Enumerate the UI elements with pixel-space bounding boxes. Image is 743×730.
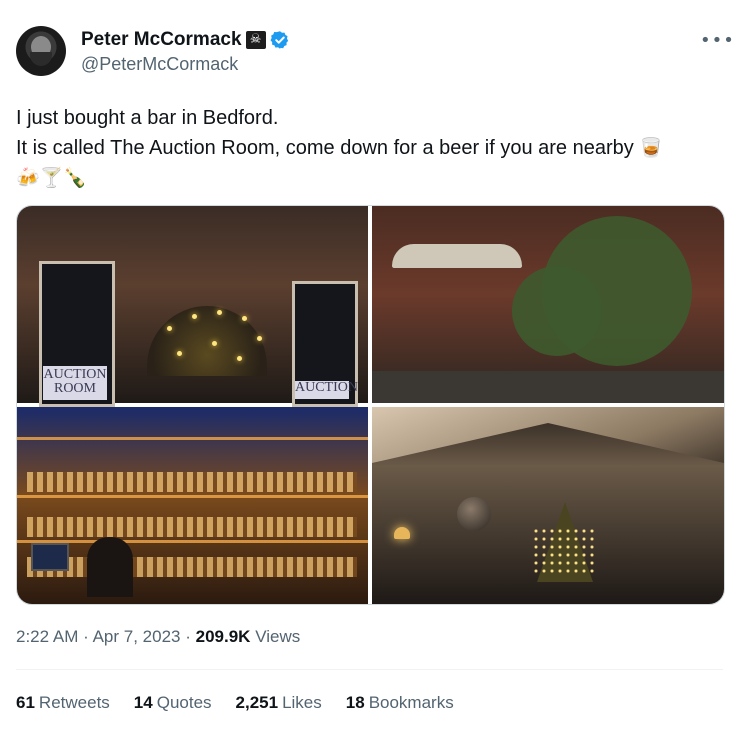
quotes-stat[interactable]: 14 Quotes: [134, 693, 212, 713]
retweets-count: 61: [16, 693, 35, 712]
photo-grid[interactable]: AUCTION ROOM AUCTION: [16, 205, 725, 605]
seating-area: [372, 371, 724, 403]
photo-interior[interactable]: [372, 407, 724, 604]
quotes-count: 14: [133, 693, 153, 712]
views-count: 209.9K: [195, 627, 251, 646]
tweet-time[interactable]: 2:22 AM: [16, 627, 78, 646]
light-dot: [257, 336, 262, 341]
views-label: Views: [255, 627, 301, 646]
author-row: Peter McCormack ☠: [81, 29, 290, 51]
likes-stat[interactable]: 2,251 Likes: [236, 693, 322, 713]
verified-badge-icon: [270, 31, 288, 49]
tweet-line-1: I just bought a bar in Bedford.: [16, 107, 279, 129]
till-screen: [31, 543, 69, 571]
bookmarks-stat[interactable]: 18 Bookmarks: [346, 693, 454, 713]
light-dot: [192, 314, 197, 319]
tweet-card: Peter McCormack ☠ @PeterMcCormack ••• I …: [0, 0, 743, 730]
vaulted-ceiling: [372, 407, 724, 463]
ivy-wall: [512, 266, 602, 356]
bartender-silhouette: [87, 537, 133, 597]
avatar-beard: [30, 52, 52, 66]
auction-room-sign-right: AUCTION: [295, 381, 358, 399]
shelf: [17, 437, 368, 440]
tweet-date[interactable]: Apr 7, 2023: [93, 627, 181, 646]
umbrella: [392, 244, 522, 268]
tweet-line-2: It is called The Auction Room, come down…: [16, 133, 726, 163]
tweet-text: I just bought a bar in Bedford. It is ca…: [16, 103, 726, 193]
light-dot: [217, 310, 222, 315]
bookmarks-label: Bookmarks: [368, 693, 454, 712]
meta-separator: ·: [83, 627, 89, 646]
author-handle[interactable]: @PeterMcCormack: [81, 54, 238, 75]
bottles: [27, 557, 357, 577]
skull-flag-icon: ☠: [245, 31, 266, 49]
light-dot: [242, 316, 247, 321]
likes-count: 2,251: [235, 693, 279, 712]
drinks-emoji-row: 🍻🍸🍾: [16, 167, 87, 189]
light-dot: [212, 341, 217, 346]
bookmarks-count: 18: [345, 693, 365, 712]
avatar[interactable]: [16, 26, 66, 76]
more-options-icon[interactable]: •••: [700, 30, 735, 51]
light-dot: [237, 356, 242, 361]
retweets-stat[interactable]: 61 Retweets: [16, 693, 110, 713]
mirror-ball: [457, 497, 491, 531]
light-dot: [167, 326, 172, 331]
bottles: [27, 472, 357, 492]
auction-room-sign-left: AUCTION ROOM: [43, 366, 107, 400]
tree-lights: [532, 527, 598, 577]
likes-label: Likes: [282, 693, 322, 712]
tweet-line-2-text: It is called The Auction Room, come down…: [16, 137, 634, 159]
whisky-glass-icon: 🥃: [639, 137, 663, 159]
shelf: [17, 540, 368, 543]
author-name[interactable]: Peter McCormack: [81, 29, 242, 51]
lit-dome: [147, 306, 267, 376]
engagement-stats: 61 Retweets 14 Quotes 2,251 Likes 18 Bookmar…: [16, 693, 454, 713]
photo-courtyard[interactable]: [372, 206, 724, 403]
tweet-meta: 2:22 AM · Apr 7, 2023 · 209.9K Views: [16, 627, 300, 647]
divider: [16, 669, 723, 670]
photo-bar-shelves[interactable]: [17, 407, 368, 604]
photo-bar-exterior[interactable]: AUCTION ROOM AUCTION: [17, 206, 368, 407]
wall-lamp: [394, 527, 410, 539]
retweets-label: Retweets: [38, 693, 110, 712]
bottles: [27, 517, 357, 537]
quotes-label: Quotes: [156, 693, 212, 712]
light-dot: [177, 351, 182, 356]
meta-separator: ·: [185, 627, 191, 646]
shelf: [17, 495, 368, 498]
